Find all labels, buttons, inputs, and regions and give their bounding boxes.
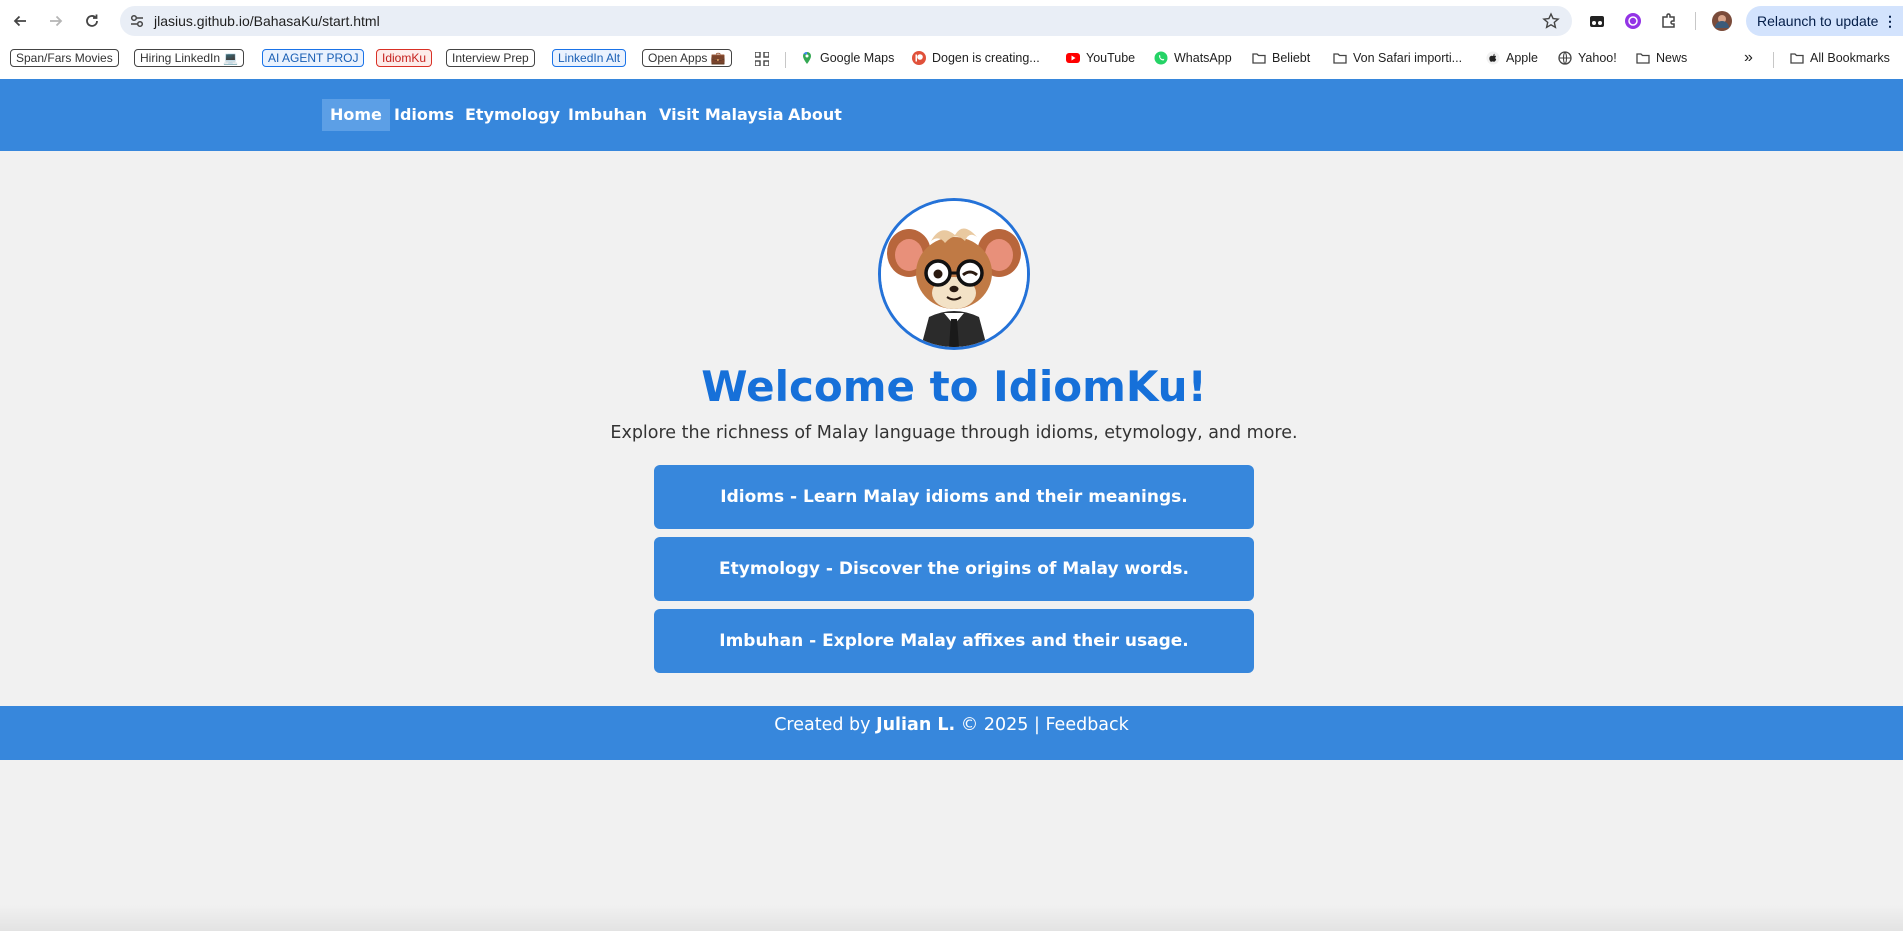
whatsapp-icon <box>1154 51 1168 65</box>
bookmark-label: Beliebt <box>1272 51 1311 65</box>
url-text[interactable]: jlasius.github.io/BahasaKu/start.html <box>154 13 380 29</box>
bookmark-folder-chip[interactable]: Span/Fars Movies <box>10 49 119 67</box>
youtube-icon <box>1066 53 1080 63</box>
relaunch-button[interactable]: Relaunch to update ⋮ <box>1746 6 1903 36</box>
forward-arrow-icon <box>50 15 63 27</box>
profile-avatar-icon <box>1712 11 1732 31</box>
bookmark-folder-chip[interactable]: IdiomKu <box>376 49 433 67</box>
bookmark-whatsapp[interactable]: WhatsApp <box>1154 49 1232 67</box>
bookmark-apple[interactable]: Apple <box>1486 49 1538 67</box>
bookmark-folder-news[interactable]: News <box>1636 49 1687 67</box>
bookmark-folder-chip[interactable]: Interview Prep <box>446 49 535 67</box>
folder-icon <box>1333 53 1347 64</box>
idioms-card-button[interactable]: Idioms - Learn Malay idioms and their me… <box>654 465 1254 529</box>
site-navbar: Home Idioms Etymology Imbuhan Visit Mala… <box>0 79 1903 151</box>
bookmark-folder-beliebt[interactable]: Beliebt <box>1252 49 1310 67</box>
bookmark-star-icon[interactable] <box>1542 12 1560 30</box>
bookmark-folder-chip[interactable]: AI AGENT PROJ <box>262 49 365 67</box>
bookmarks-divider <box>1773 52 1774 68</box>
bookmark-label: Google Maps <box>820 51 895 65</box>
reload-icon <box>86 14 98 27</box>
bookmark-label: Von Safari importi... <box>1353 51 1463 65</box>
extension-purple-icon[interactable] <box>1623 11 1643 31</box>
feedback-link[interactable]: Feedback <box>1045 715 1128 735</box>
profile-avatar[interactable] <box>1712 11 1732 31</box>
nav-imbuhan[interactable]: Imbuhan <box>560 99 655 131</box>
maps-icon <box>803 51 811 64</box>
tab-search-icon[interactable] <box>1587 11 1607 31</box>
browser-chrome: jlasius.github.io/BahasaKu/start.html Re… <box>0 0 1903 79</box>
relaunch-label: Relaunch to update <box>1757 13 1879 29</box>
patreon-icon <box>912 51 926 65</box>
page-tagline: Explore the richness of Malay language t… <box>610 423 1298 443</box>
bookmark-label: Dogen is creating... <box>932 51 1040 65</box>
incognito-like-icon <box>1590 16 1604 27</box>
bookmark-label: YouTube <box>1086 51 1136 65</box>
nav-about[interactable]: About <box>780 99 850 131</box>
address-bar[interactable]: jlasius.github.io/BahasaKu/start.html <box>120 6 1572 36</box>
bookmark-folder-chip[interactable]: Hiring LinkedIn 💻 <box>134 49 245 67</box>
imbuhan-card-button[interactable]: Imbuhan - Explore Malay affixes and thei… <box>654 609 1254 673</box>
bookmark-folder-chip[interactable]: Open Apps 💼 <box>642 49 732 67</box>
back-button[interactable] <box>7 8 33 34</box>
bookmark-label: Yahoo! <box>1578 51 1617 65</box>
bookmark-google-maps[interactable]: Google Maps <box>800 49 894 67</box>
folder-icon <box>1790 53 1804 64</box>
bookmarks-bar: Span/Fars Movies Hiring LinkedIn 💻 AI AG… <box>0 44 1903 70</box>
globe-icon <box>1558 51 1572 65</box>
nav-home[interactable]: Home <box>322 99 390 131</box>
folder-icon <box>1252 53 1266 64</box>
bookmarks-divider <box>785 52 786 68</box>
footer-copyright: © 2025 | <box>960 715 1040 735</box>
footer-created-by: Created by <box>774 715 871 735</box>
apps-grid-icon[interactable] <box>755 52 769 66</box>
bookmark-dogen[interactable]: Dogen is creating... <box>912 49 1040 67</box>
mascot-mouse-image <box>881 201 1027 347</box>
footer-author: Julian L. <box>876 715 956 735</box>
more-bookmarks-icon[interactable]: » <box>1744 49 1753 67</box>
browser-toolbar: jlasius.github.io/BahasaKu/start.html Re… <box>0 0 1903 42</box>
nav-idioms[interactable]: Idioms <box>386 99 462 131</box>
toolbar-divider <box>1695 12 1696 30</box>
back-arrow-icon <box>13 15 26 27</box>
bookmark-youtube[interactable]: YouTube <box>1066 49 1135 67</box>
bookmark-folder-chip[interactable]: LinkedIn Alt <box>552 49 627 67</box>
nav-etymology[interactable]: Etymology <box>457 99 568 131</box>
reload-button[interactable] <box>79 8 105 34</box>
bookmark-folder-safari[interactable]: Von Safari importi... <box>1333 49 1462 67</box>
bookmark-label: WhatsApp <box>1174 51 1232 65</box>
extensions-button[interactable] <box>1659 11 1679 31</box>
all-bookmarks-button[interactable]: All Bookmarks <box>1790 49 1890 67</box>
puzzle-icon <box>1662 13 1675 28</box>
apple-icon <box>1486 51 1500 65</box>
nav-visit-malaysia[interactable]: Visit Malaysia <box>651 99 792 131</box>
forward-button[interactable] <box>43 8 69 34</box>
site-settings-icon[interactable] <box>128 12 146 30</box>
page-title: Welcome to IdiomKu! <box>701 362 1207 411</box>
mascot-avatar <box>878 198 1030 350</box>
folder-icon <box>1636 53 1650 64</box>
etymology-card-button[interactable]: Etymology - Discover the origins of Mala… <box>654 537 1254 601</box>
bookmark-label: News <box>1656 51 1688 65</box>
purple-circle-icon <box>1625 13 1641 29</box>
site-footer: Created by Julian L. © 2025 | Feedback <box>0 706 1903 760</box>
all-bookmarks-label: All Bookmarks <box>1810 51 1890 65</box>
chrome-menu-icon[interactable]: ⋮ <box>1883 6 1897 36</box>
bottom-shadow <box>0 905 1903 931</box>
bookmark-yahoo[interactable]: Yahoo! <box>1558 49 1617 67</box>
bookmark-label: Apple <box>1506 51 1538 65</box>
